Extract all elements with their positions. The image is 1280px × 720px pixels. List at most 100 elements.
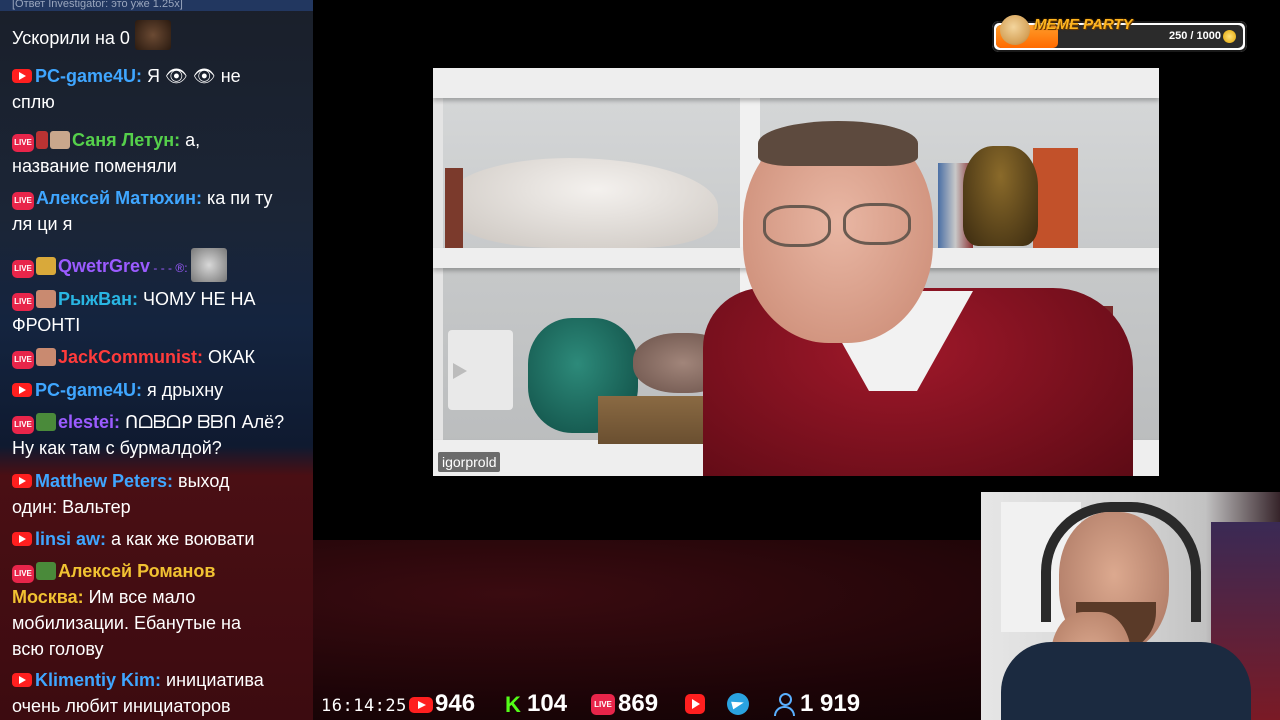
youtube-icon <box>12 69 32 83</box>
chat-message: linsi aw: а как же воювати <box>12 526 307 552</box>
chat-message-text: Ну как там с бурмалдой? <box>12 438 222 458</box>
chat-username[interactable]: Москва: <box>12 587 84 607</box>
vk-live-icon: LIVE <box>12 134 34 152</box>
youtube-icon <box>685 694 705 714</box>
chat-message-text: инициатива <box>161 670 264 690</box>
chat-message: LIVE РыжВан: ЧОМУ НЕ НА ФРОНТІ <box>12 286 307 338</box>
chat-message-text: название поменяли <box>12 156 177 176</box>
chat-message: LIVE Саня Летун: а, название поменяли <box>12 127 307 179</box>
chat-username[interactable]: Алексей Матюхин: <box>36 188 202 208</box>
vk-live-icon: LIVE <box>12 260 34 278</box>
vk-live-viewer-count: 869 <box>618 690 659 717</box>
chat-message: Klimentiy Kim: инициатива очень любит ин… <box>12 667 307 719</box>
chat-message: LIVE Алексей Матюхин: ка пи ту ля ци я <box>12 185 307 237</box>
coin-icon <box>1223 30 1236 43</box>
telegram-icon <box>727 693 749 715</box>
chat-message-text: ОКАК <box>203 347 256 367</box>
chat-message: LIVE Алексей Романов Москва: Им все мало … <box>12 558 307 662</box>
chat-username[interactable]: QwetrGrev <box>58 256 150 276</box>
chat-username[interactable]: PC-game4U: <box>35 66 142 86</box>
chat-message-text: Я 👁 👁 не <box>142 66 241 86</box>
chat-message-text: а, <box>180 130 201 150</box>
chat-message-text: всю голову <box>12 639 104 659</box>
chat-message-text: ка пи ту <box>201 188 273 208</box>
chat-message-text: а как же воювати <box>106 529 255 549</box>
doge-icon <box>1000 15 1030 45</box>
chat-message: LIVE elestei: ᑎᗝᗷᗝᑭ ᗷᗷᑎ Алё? Ну как там с… <box>12 409 307 461</box>
chat-username[interactable]: JackCommunist: <box>58 347 203 367</box>
chat-message-text: ЧОМУ НЕ НА <box>138 289 256 309</box>
chat-username[interactable]: PC-game4U: <box>35 380 142 400</box>
person-hair <box>758 121 918 166</box>
total-viewer-count: 1 919 <box>800 690 861 717</box>
vk-live-icon: LIVE <box>12 293 34 311</box>
badge-icon <box>36 413 56 431</box>
youtube-icon <box>409 697 433 713</box>
kick-viewer-count: 104 <box>527 690 568 717</box>
chat-message: LIVE QwetrGrev - - - ®: <box>12 248 307 282</box>
user-icon <box>773 692 795 716</box>
chat-reply-context: [Ответ Investigator: это уже 1.25x] <box>12 0 183 10</box>
guest-video: igorprold <box>433 68 1159 476</box>
badge-icon <box>36 562 56 580</box>
chat-message: Ускорили на 0 <box>12 20 307 51</box>
chat-message-text: Им все мало <box>83 587 196 607</box>
chat-username[interactable]: Klimentiy Kim: <box>35 670 161 690</box>
stream-stats-bar: 16:14:25 946 K 104 LIVE 869 1 919 <box>313 688 893 720</box>
chat-message-text: ᑎᗝᗷᗝᑭ ᗷᗷᑎ Алё? <box>120 412 285 432</box>
chat-username[interactable]: Саня Летун: <box>72 130 180 150</box>
chat-message-text: Ускорили на 0 <box>12 28 130 48</box>
streamer-webcam <box>981 492 1280 720</box>
chat-name-decoration: - - - ®: <box>150 261 191 275</box>
guest-person <box>703 121 1159 476</box>
chat-message-text: я дрыхну <box>142 380 224 400</box>
youtube-icon <box>12 673 32 687</box>
chat-username[interactable]: elestei: <box>58 412 120 432</box>
play-icon <box>453 363 467 379</box>
vk-live-icon: LIVE <box>12 351 34 369</box>
bookshelf-post <box>433 68 443 476</box>
emote-face-icon <box>134 20 171 50</box>
glasses-icon <box>763 203 913 247</box>
meme-party-title: MEME PARTY <box>1034 16 1133 33</box>
chat-panel: [Ответ Investigator: это уже 1.25x] Уско… <box>0 0 313 720</box>
chat-message-text: мобилизации. Ебанутые на <box>12 613 241 633</box>
emote-cat-icon <box>190 248 227 282</box>
avatar-badge-icon <box>50 131 70 149</box>
chat-username[interactable]: РыжВан: <box>58 289 138 309</box>
chat-message: Matthew Peters: выход один: Вальтер <box>12 468 307 520</box>
chat-message: PC-game4U: Я 👁 👁 не сплю <box>12 63 307 115</box>
youtube-icon <box>12 474 32 488</box>
avatar-badge-icon <box>36 348 56 366</box>
meme-party-progress-text: 250 / 1000 <box>1169 30 1221 42</box>
youtube-viewer-count: 946 <box>435 690 476 717</box>
chat-message-text: один: Вальтер <box>12 497 131 517</box>
chat-message: LIVE JackCommunist: ОКАК <box>12 344 307 370</box>
stream-clock: 16:14:25 <box>321 696 407 716</box>
chat-message-text: очень любит инициаторов <box>12 696 231 716</box>
chat-message-text: выход <box>173 471 230 491</box>
badge-icon <box>36 257 56 275</box>
chat-message-text: сплю <box>12 92 55 112</box>
rhino-statue-white <box>448 158 718 248</box>
vk-live-icon: LIVE <box>12 565 34 583</box>
youtube-icon <box>12 383 32 397</box>
vk-live-icon: LIVE <box>12 192 34 210</box>
badge-icon <box>36 131 48 149</box>
chat-message-text: ФРОНТІ <box>12 315 81 335</box>
vk-live-icon: LIVE <box>591 694 615 715</box>
meme-party-widget: MEME PARTY 250 / 1000 <box>992 15 1247 52</box>
chat-message: PC-game4U: я дрыхну <box>12 377 307 403</box>
avatar-badge-icon <box>36 290 56 308</box>
kick-icon: K <box>505 692 521 717</box>
bookshelf-shelf <box>433 68 1159 98</box>
chat-message-text: ля ци я <box>12 214 73 234</box>
streamer-hoodie <box>1001 642 1251 720</box>
vk-live-icon: LIVE <box>12 416 34 434</box>
participant-name-tag: igorprold <box>438 452 501 472</box>
youtube-icon <box>12 532 32 546</box>
chat-username[interactable]: Matthew Peters: <box>35 471 173 491</box>
books <box>445 168 463 248</box>
chat-username[interactable]: Алексей Романов <box>58 561 215 581</box>
chat-username[interactable]: linsi aw: <box>35 529 106 549</box>
